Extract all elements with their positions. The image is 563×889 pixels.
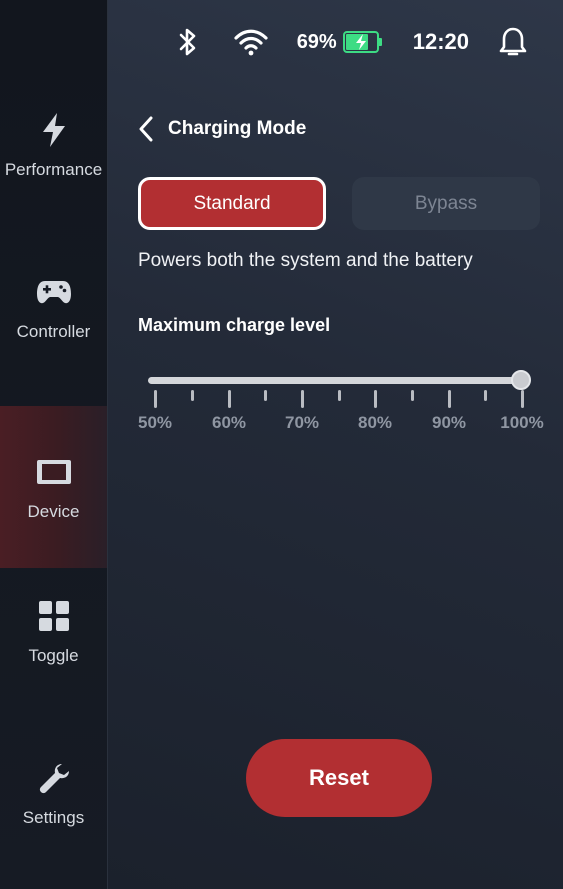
reset-button[interactable]: Reset xyxy=(246,739,432,817)
sidebar: Performance Controller Device Toggle Set… xyxy=(0,0,108,889)
wifi-icon xyxy=(233,28,269,56)
tick-label: 90% xyxy=(431,413,467,432)
tick-mark xyxy=(411,390,414,401)
bell-icon[interactable] xyxy=(499,26,527,58)
battery-charging-icon xyxy=(342,31,383,53)
tick-mark xyxy=(374,390,377,408)
wrench-icon xyxy=(34,758,74,798)
tick-mark xyxy=(484,390,487,401)
tick-mark xyxy=(154,390,157,408)
sidebar-item-settings[interactable]: Settings xyxy=(0,712,107,874)
sidebar-item-label: Settings xyxy=(22,808,85,827)
tick-mark xyxy=(228,390,231,408)
bypass-mode-button[interactable]: Bypass xyxy=(352,177,540,230)
grid-icon xyxy=(34,596,74,636)
sidebar-item-toggle[interactable]: Toggle xyxy=(0,550,107,712)
back-chevron-icon[interactable] xyxy=(138,116,154,142)
tick-label: 100% xyxy=(500,413,544,432)
tick-mark xyxy=(191,390,194,401)
tick-mark xyxy=(448,390,451,408)
tick-label: 80% xyxy=(357,413,393,432)
sidebar-item-label: Toggle xyxy=(28,646,79,665)
charge-slider-title: Maximum charge level xyxy=(138,315,331,335)
standard-mode-button[interactable]: Standard xyxy=(138,177,326,230)
clock: 12:20 xyxy=(412,29,469,54)
tick-mark xyxy=(301,390,304,408)
page-title: Charging Mode xyxy=(168,118,307,139)
device-icon xyxy=(34,452,74,492)
gamepad-icon xyxy=(34,272,74,312)
main-panel: 69% 12:20 Charging Mode Standard Bypass … xyxy=(108,0,563,889)
sidebar-item-controller[interactable]: Controller xyxy=(0,226,107,388)
tick-mark xyxy=(264,390,267,401)
sidebar-item-label: Performance xyxy=(4,160,103,179)
charge-slider-thumb[interactable] xyxy=(511,370,531,390)
tick-label: 70% xyxy=(284,413,320,432)
sidebar-item-device[interactable]: Device xyxy=(0,406,107,568)
tick-mark xyxy=(338,390,341,401)
sidebar-item-label: Device xyxy=(27,502,80,521)
battery-percent: 69% xyxy=(296,30,337,53)
sidebar-item-label: Controller xyxy=(16,322,91,341)
tick-label: 50% xyxy=(137,413,173,432)
charge-slider-track[interactable] xyxy=(148,377,522,384)
lightning-icon xyxy=(34,110,74,150)
mode-description: Powers both the system and the battery xyxy=(138,250,473,271)
tick-label: 60% xyxy=(211,413,247,432)
page-header: Charging Mode xyxy=(138,116,306,142)
sidebar-item-performance[interactable]: Performance xyxy=(0,64,107,226)
bluetooth-icon xyxy=(177,27,199,57)
status-bar: 69% 12:20 xyxy=(177,22,527,62)
tick-mark xyxy=(521,390,524,408)
